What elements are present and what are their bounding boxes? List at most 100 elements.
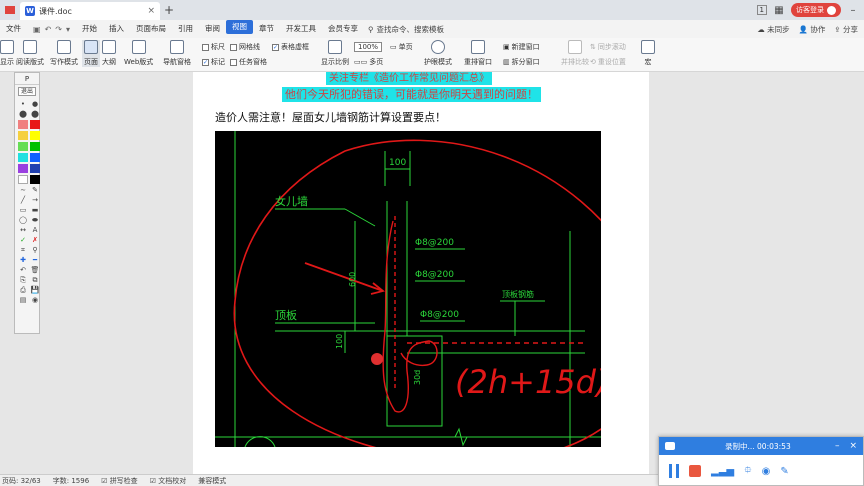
ruler-checkbox[interactable]: 标尺 — [202, 42, 225, 52]
color-swatch-light-green[interactable] — [18, 142, 28, 151]
dot-xlarge-icon[interactable]: ⬤ — [30, 110, 40, 118]
table-border-checkbox[interactable]: ✓ 表格虚框 — [272, 42, 309, 52]
color-swatch-yellow[interactable] — [30, 131, 40, 140]
recorder-close-icon[interactable]: × — [849, 441, 857, 451]
close-tab-icon[interactable]: × — [147, 6, 155, 16]
print-icon[interactable]: ⎙ — [18, 286, 28, 294]
grid-checkbox[interactable]: 网格线 — [230, 42, 260, 52]
proof-button[interactable]: ☑ 文档校对 — [150, 476, 187, 486]
color-swatch-cyan[interactable] — [18, 153, 28, 162]
filled-rectangle-icon[interactable]: ▬ — [30, 206, 40, 214]
pen-annotate-icon[interactable]: ✎ — [780, 466, 788, 477]
stop-button[interactable] — [689, 465, 701, 477]
copy-icon[interactable]: ⎘ — [18, 276, 28, 284]
arrow-icon[interactable]: → — [30, 196, 40, 204]
side-by-side-button[interactable]: 并排比较 — [561, 40, 589, 67]
ellipse-icon[interactable]: ◯ — [18, 216, 28, 224]
color-swatch-black[interactable] — [30, 175, 40, 184]
trash-icon[interactable]: 🗑 — [30, 266, 40, 274]
menu-item-8[interactable]: 会员专享 — [322, 20, 364, 38]
window-count-badge[interactable]: 1 — [756, 5, 767, 15]
page-width-button[interactable]: ▭▭ 多页 — [354, 57, 383, 67]
menu-item-3[interactable]: 引用 — [172, 20, 199, 38]
home-tab[interactable] — [0, 0, 20, 20]
rectangle-icon[interactable]: ▭ — [18, 206, 28, 214]
pen-icon[interactable]: ✎ — [30, 186, 40, 194]
magnifier-icon[interactable]: ⚲ — [30, 246, 40, 254]
save-icon[interactable]: 💾 — [30, 286, 40, 294]
menu-item-1[interactable]: 插入 — [103, 20, 130, 38]
line-icon[interactable]: ╱ — [18, 196, 28, 204]
image-icon[interactable]: ▤ — [18, 296, 28, 304]
check-icon[interactable]: ✓ — [18, 236, 28, 244]
collab-button[interactable]: 👤 协作 — [799, 24, 826, 35]
palette-exit-button[interactable]: 退出 — [18, 87, 36, 96]
sync-status[interactable]: ☁ 未同步 — [757, 24, 789, 35]
document-tab[interactable]: W 课件.doc × — [20, 2, 160, 20]
redo-icon[interactable]: ↷ — [55, 25, 62, 34]
command-search[interactable]: ⚲ 查找命令、搜索模板 — [368, 24, 444, 35]
dot-medium-icon[interactable]: ● — [30, 100, 40, 108]
webcam-icon[interactable]: ◉ — [762, 466, 771, 477]
single-page-button[interactable]: ▭ 单页 — [390, 42, 413, 52]
reset-position-button[interactable]: ⟲ 重设位置 — [590, 57, 626, 67]
filled-ellipse-icon[interactable]: ⬬ — [30, 216, 40, 224]
color-swatch-white[interactable] — [18, 175, 28, 184]
cross-icon[interactable]: ✗ — [30, 236, 40, 244]
color-swatch-purple[interactable] — [18, 164, 28, 173]
pointer-icon[interactable]: ⯐ — [744, 463, 752, 480]
macro-button[interactable]: 宏 — [641, 40, 655, 67]
page-view-button[interactable]: 页面 — [82, 40, 100, 67]
freehand-icon[interactable]: ∼ — [18, 186, 28, 194]
menu-item-7[interactable]: 开发工具 — [280, 20, 322, 38]
new-window-button[interactable]: ▣ 新建窗口 — [503, 42, 540, 52]
color-swatch-gold[interactable] — [18, 131, 28, 140]
menu-item-4[interactable]: 审阅 — [199, 20, 226, 38]
menu-item-5[interactable]: 视图 — [225, 20, 253, 34]
dot-large-icon[interactable]: ⬤ — [18, 110, 28, 118]
crop-icon[interactable]: ⌗ — [18, 246, 28, 254]
menu-file[interactable]: 文件 — [0, 20, 27, 38]
undo-icon[interactable]: ↶ — [18, 266, 28, 274]
color-swatch-green[interactable] — [30, 142, 40, 151]
minimize-icon[interactable]: – — [846, 5, 860, 16]
color-swatch-blue[interactable] — [30, 153, 40, 162]
mark-checkbox[interactable]: ✓ 标记 — [202, 57, 225, 67]
nav-pane-button[interactable]: 导航窗格 — [163, 40, 191, 67]
show-button[interactable]: 显示 — [0, 40, 14, 67]
double-arrow-icon[interactable]: ↔ — [18, 226, 28, 234]
outline-view-button[interactable]: 大纲 — [102, 40, 116, 67]
save-icon[interactable]: ▣ — [33, 25, 41, 34]
new-tab-button[interactable]: + — [160, 3, 178, 17]
color-swatch-navy[interactable] — [30, 164, 40, 173]
menu-item-6[interactable]: 章节 — [253, 20, 280, 38]
write-mode-button[interactable]: 写作模式 — [50, 40, 78, 67]
page-indicator[interactable]: 页码: 32/63 — [2, 476, 41, 486]
eye-mode-button[interactable]: 护眼模式 — [424, 40, 452, 67]
grid-view-icon[interactable]: ▦ — [772, 5, 786, 16]
web-view-button[interactable]: Web版式 — [124, 40, 153, 67]
plus-icon[interactable]: ✚ — [18, 256, 28, 264]
undo-icon[interactable]: ↶ — [45, 25, 52, 34]
sync-scroll-button[interactable]: ⇅ 同步滚动 — [590, 42, 626, 52]
cad-drawing-image[interactable]: 100 女儿墙 顶板 Φ8@200 Φ8@200 Φ8@200 顶板钢筋 600… — [215, 131, 601, 447]
recorder-minimize-icon[interactable]: – — [835, 441, 840, 451]
paste-icon[interactable]: ⧉ — [30, 276, 40, 284]
pause-button[interactable] — [669, 464, 679, 478]
login-button[interactable]: 访客登录 — [791, 3, 841, 17]
spell-check-button[interactable]: ☑ 拼写检查 — [101, 476, 138, 486]
word-count[interactable]: 字数: 1596 — [53, 476, 89, 486]
globe-icon[interactable]: ◉ — [30, 296, 40, 304]
zoom-ratio-button[interactable]: 显示比例 — [321, 40, 349, 67]
minus-icon[interactable]: ━ — [30, 256, 40, 264]
zoom-100-button[interactable]: 100% — [354, 42, 382, 52]
task-pane-checkbox[interactable]: 任务窗格 — [230, 57, 267, 67]
share-button[interactable]: ⇪ 分享 — [834, 24, 858, 35]
read-mode-button[interactable]: 阅读版式 — [16, 40, 44, 67]
menu-item-0[interactable]: 开始 — [76, 20, 103, 38]
reflow-window-button[interactable]: 重排窗口 — [464, 40, 492, 67]
color-swatch-pink[interactable] — [18, 120, 28, 129]
color-swatch-red[interactable] — [30, 120, 40, 129]
menu-item-2[interactable]: 页面布局 — [130, 20, 172, 38]
dot-small-icon[interactable]: • — [18, 100, 28, 108]
